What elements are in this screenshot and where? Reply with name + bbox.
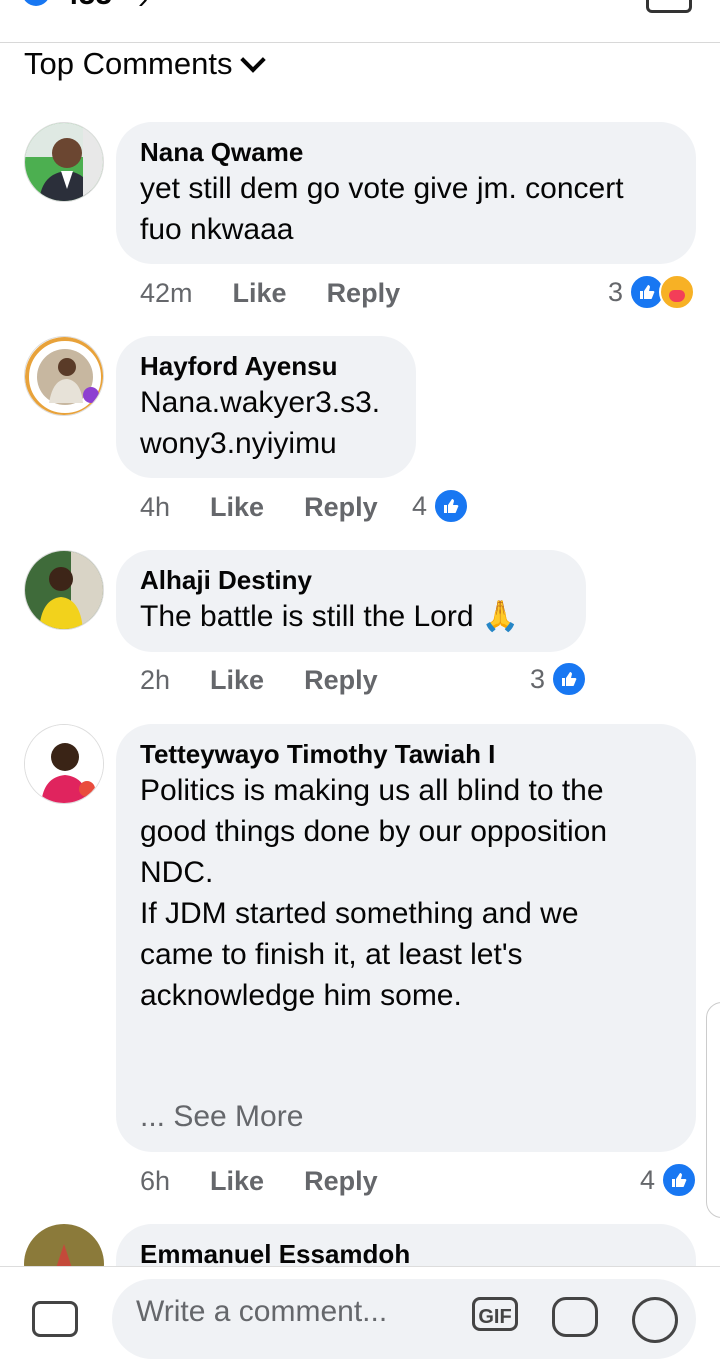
- floating-chat-head[interactable]: [706, 1002, 720, 1218]
- emoji-icon[interactable]: [632, 1297, 678, 1343]
- comment-time[interactable]: 42m: [140, 278, 193, 309]
- comment-time[interactable]: 2h: [140, 665, 170, 696]
- reply-button[interactable]: Reply: [304, 1166, 378, 1197]
- comment-time[interactable]: 6h: [140, 1166, 170, 1197]
- comment-bubble[interactable]: Alhaji Destiny The battle is still the L…: [116, 550, 586, 652]
- comment-text: The battle is still the Lord 🙏: [140, 600, 520, 633]
- comment-actions: 6h Like Reply: [140, 1166, 378, 1197]
- comment-actions: 42m Like Reply: [140, 278, 400, 309]
- camera-icon[interactable]: [32, 1301, 78, 1337]
- comment-text: Nana.wakyer3.s3. wony3.nyiyimu: [140, 386, 381, 460]
- reactions-summary-bar: 455 ›: [0, 0, 720, 43]
- avatar[interactable]: [24, 336, 104, 416]
- sticker-icon[interactable]: [552, 1297, 598, 1337]
- reaction-count: 4: [412, 490, 428, 521]
- gif-icon[interactable]: GIF: [472, 1297, 518, 1331]
- reply-button[interactable]: Reply: [304, 492, 378, 523]
- comment-composer: Write a comment... GIF: [0, 1266, 720, 1359]
- comment-bubble[interactable]: Nana Qwame yet still dem go vote give jm…: [116, 122, 696, 264]
- comment-text: yet still dem go vote give jm. concert f…: [140, 172, 624, 246]
- reaction-count: 3: [608, 276, 624, 307]
- reaction-summary[interactable]: 3: [608, 274, 696, 310]
- like-reaction-icon: [22, 0, 50, 6]
- reaction-count[interactable]: 455: [62, 0, 112, 12]
- thumbs-up-icon: [433, 488, 470, 524]
- avatar[interactable]: [24, 122, 104, 202]
- like-button[interactable]: Like: [210, 492, 264, 523]
- reaction-count: 4: [640, 1164, 656, 1195]
- like-button[interactable]: Like: [210, 1166, 264, 1197]
- comment-author[interactable]: Nana Qwame: [140, 136, 672, 168]
- sort-label: Top Comments: [24, 46, 233, 81]
- comment-author[interactable]: Hayford Ayensu: [140, 350, 392, 382]
- reaction-summary[interactable]: 4: [640, 1162, 698, 1198]
- comment-author[interactable]: Alhaji Destiny: [140, 564, 562, 596]
- thumbs-up-icon: [661, 1162, 698, 1198]
- reaction-summary[interactable]: 3: [530, 661, 588, 697]
- reaction-summary[interactable]: 4: [412, 488, 470, 524]
- share-icon[interactable]: [646, 0, 692, 13]
- chevron-right-icon[interactable]: ›: [138, 0, 148, 16]
- reply-button[interactable]: Reply: [304, 665, 378, 696]
- reply-button[interactable]: Reply: [327, 278, 401, 309]
- comment-text: Politics is making us all blind to the g…: [140, 774, 608, 1012]
- avatar[interactable]: [24, 724, 104, 804]
- reaction-count: 3: [530, 663, 546, 694]
- comment-bubble[interactable]: Tetteywayo Timothy Tawiah I Politics is …: [116, 724, 696, 1152]
- comment-actions: 4h Like Reply: [140, 492, 378, 523]
- like-button[interactable]: Like: [233, 278, 287, 309]
- like-button[interactable]: Like: [210, 665, 264, 696]
- comment-sort-dropdown[interactable]: Top Comments: [24, 44, 267, 84]
- comment-time[interactable]: 4h: [140, 492, 170, 523]
- see-more-link[interactable]: ... See More: [140, 1100, 303, 1134]
- care-reaction-icon: [659, 274, 696, 310]
- comment-author[interactable]: Tetteywayo Timothy Tawiah I: [140, 738, 672, 770]
- comment-actions: 2h Like Reply: [140, 665, 378, 696]
- comment-bubble[interactable]: Hayford Ayensu Nana.wakyer3.s3. wony3.ny…: [116, 336, 416, 478]
- thumbs-up-icon: [551, 661, 588, 697]
- avatar[interactable]: [24, 550, 104, 630]
- chevron-down-icon: [240, 47, 267, 73]
